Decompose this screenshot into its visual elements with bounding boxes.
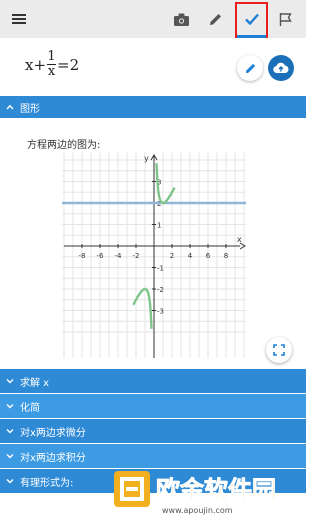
x-tick-label: -4 <box>115 252 123 260</box>
menu-icon <box>12 14 26 24</box>
equation-rhs: =2 <box>57 55 80 74</box>
camera-icon <box>173 13 189 26</box>
chevron-down-icon <box>6 454 14 459</box>
y-tick-label: -3 <box>157 308 164 316</box>
fraction-denominator: x <box>47 64 56 79</box>
draw-button[interactable] <box>200 4 230 34</box>
section-header-4[interactable]: 对x两边求积分 <box>0 444 306 468</box>
fraction-numerator: 1 <box>47 49 56 64</box>
graph-panel: 方程两边的图为: xy-8-6-4-22468321-1-2-3 <box>0 118 306 366</box>
check-icon <box>245 13 259 25</box>
y-tick-label: -2 <box>157 286 164 294</box>
graph-caption: 方程两边的图为: <box>27 140 101 151</box>
report-button[interactable] <box>270 4 300 34</box>
chevron-down-icon <box>6 379 14 384</box>
x-tick-label: 8 <box>224 252 228 260</box>
cloud-upload-icon <box>273 62 289 74</box>
section-header-label: 对x两边求微分 <box>20 427 86 439</box>
chevron-down-icon <box>6 404 14 409</box>
upload-button[interactable] <box>268 55 294 81</box>
equation-display: x+ 1 x =2 <box>25 50 79 79</box>
check-button[interactable] <box>237 4 267 34</box>
x-tick-label: -2 <box>133 252 140 260</box>
fullscreen-button[interactable] <box>266 337 292 363</box>
menu-button[interactable] <box>4 4 34 34</box>
section-header-2[interactable]: 化简 <box>0 394 306 418</box>
equation-lhs: x+ <box>25 55 47 74</box>
edit-equation-button[interactable] <box>237 55 263 81</box>
section-header-label: 求解 x <box>20 377 50 389</box>
section-graph-label: 图形 <box>20 103 40 115</box>
top-toolbar <box>0 0 306 38</box>
section-header-label: 有理形式为: <box>20 477 74 489</box>
y-tick-label: 1 <box>157 222 161 230</box>
pencil-icon <box>209 13 221 25</box>
section-graph-header[interactable]: 图形 <box>0 96 306 118</box>
section-header-3[interactable]: 对x两边求微分 <box>0 419 306 443</box>
pencil-icon <box>245 63 255 73</box>
watermark-url: www.apoujin.com <box>162 506 233 515</box>
function-plot[interactable]: xy-8-6-4-22468321-1-2-3 <box>62 152 246 358</box>
y-axis-label: y <box>144 154 149 163</box>
fullscreen-icon <box>273 344 285 356</box>
chevron-up-icon <box>6 104 14 110</box>
section-header-label: 化简 <box>20 402 40 414</box>
x-axis-label: x <box>237 235 242 244</box>
chevron-down-icon <box>6 479 14 484</box>
section-header-label: 对x两边求积分 <box>20 452 86 464</box>
section-header-5[interactable]: 有理形式为: <box>0 469 306 493</box>
x-tick-label: 4 <box>188 252 193 260</box>
x-tick-label: -8 <box>79 252 86 260</box>
flag-icon <box>279 12 292 26</box>
section-header-1[interactable]: 求解 x <box>0 369 306 393</box>
equation-fraction: 1 x <box>47 49 57 79</box>
x-tick-label: -6 <box>97 252 105 260</box>
camera-button[interactable] <box>166 4 196 34</box>
x-tick-label: 6 <box>206 252 211 260</box>
x-tick-label: 2 <box>170 252 174 260</box>
y-tick-label: -1 <box>157 265 164 273</box>
chevron-down-icon <box>6 429 14 434</box>
